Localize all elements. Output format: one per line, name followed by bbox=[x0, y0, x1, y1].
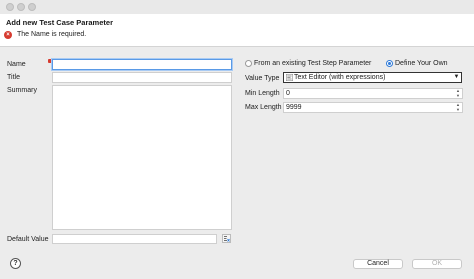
error-icon: × bbox=[4, 31, 12, 39]
value-type-select[interactable]: Text Editor (with expressions) ▼ bbox=[283, 72, 462, 83]
text-editor-icon bbox=[286, 74, 293, 81]
expression-icon[interactable] bbox=[222, 234, 231, 243]
radio-existing-parameter[interactable] bbox=[245, 60, 252, 67]
close-window-button[interactable] bbox=[6, 3, 14, 11]
cancel-button[interactable]: Cancel bbox=[353, 259, 403, 269]
max-length-value: 9999 bbox=[286, 104, 302, 111]
min-length-label: Min Length bbox=[245, 90, 280, 97]
title-label: Title bbox=[7, 74, 20, 81]
name-input[interactable] bbox=[52, 59, 232, 70]
max-length-spinner[interactable]: 9999 ▲ ▼ bbox=[283, 102, 463, 113]
default-value-input[interactable] bbox=[52, 234, 217, 244]
window-titlebar bbox=[0, 0, 474, 14]
maximize-window-button[interactable] bbox=[28, 3, 36, 11]
default-value-label: Default Value bbox=[7, 236, 49, 243]
dialog-title: Add new Test Case Parameter bbox=[6, 18, 113, 27]
min-length-stepper-icon[interactable]: ▲ ▼ bbox=[455, 88, 461, 98]
title-input[interactable] bbox=[52, 72, 232, 83]
summary-label: Summary bbox=[7, 87, 37, 94]
ok-button[interactable]: OK bbox=[412, 259, 462, 269]
chevron-down-icon[interactable]: ▼ bbox=[453, 74, 460, 81]
min-length-spinner[interactable]: 0 ▲ ▼ bbox=[283, 88, 463, 99]
max-length-stepper-icon[interactable]: ▲ ▼ bbox=[455, 102, 461, 112]
min-length-value: 0 bbox=[286, 90, 290, 97]
summary-textarea[interactable] bbox=[52, 85, 232, 230]
name-label: Name bbox=[7, 61, 26, 68]
radio-define-own-label: Define Your Own bbox=[395, 60, 448, 67]
value-type-label: Value Type bbox=[245, 75, 280, 82]
dialog-header: Add new Test Case Parameter × The Name i… bbox=[0, 14, 474, 47]
minimize-window-button[interactable] bbox=[17, 3, 25, 11]
radio-define-own[interactable] bbox=[386, 60, 393, 67]
max-length-label: Max Length bbox=[245, 104, 282, 111]
error-message: The Name is required. bbox=[17, 31, 87, 38]
value-type-selected: Text Editor (with expressions) bbox=[294, 74, 386, 81]
dialog-window: Add new Test Case Parameter × The Name i… bbox=[0, 0, 474, 279]
help-icon[interactable]: ? bbox=[10, 258, 21, 269]
radio-existing-parameter-label: From an existing Test Step Parameter bbox=[254, 60, 372, 67]
